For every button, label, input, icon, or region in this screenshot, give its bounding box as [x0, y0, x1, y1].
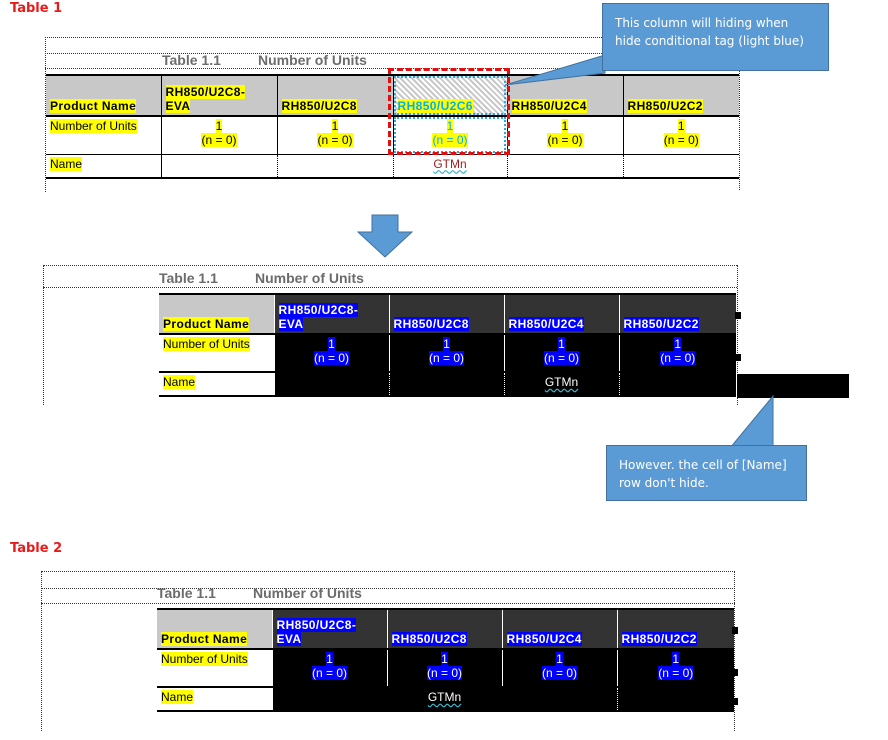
name-cell[interactable] [618, 371, 736, 396]
table1-caption: Table 1.1 Number of Units [162, 52, 367, 68]
column-header[interactable]: RH850/U2C2 [622, 75, 739, 116]
row-header-number-of-units[interactable]: Number of Units [46, 116, 161, 154]
name-cell[interactable] [276, 154, 393, 178]
row-end-marker [732, 627, 738, 634]
name-cell[interactable] [622, 154, 739, 178]
row-header-product-name[interactable]: Product Name [159, 294, 274, 334]
row-end-marker [735, 312, 741, 319]
caption-title: Number of Units [258, 52, 367, 68]
name-cell[interactable] [273, 371, 389, 396]
row-end-marker [735, 354, 741, 361]
name-cell[interactable] [506, 154, 623, 178]
column-header[interactable]: RH850/U2C4 [503, 294, 619, 334]
units-cell[interactable]: 1 (n = 0) [276, 116, 393, 154]
callout-pointer [728, 394, 774, 449]
header-row: Product Name RH850/U2C8- EVA RH850/U2C8 R… [159, 294, 736, 334]
dotted-gridline [41, 571, 42, 731]
name-cell[interactable] [160, 154, 277, 178]
units-cell[interactable]: 1 (n = 0) [160, 116, 277, 154]
column-header[interactable]: RH850/U2C8 [276, 75, 393, 116]
name-cell-gtmn[interactable]: GTMn [392, 154, 507, 178]
caption-title: Number of Units [253, 585, 362, 601]
row-header-number-of-units[interactable]: Number of Units [157, 649, 272, 687]
units-cell[interactable]: 1 (n = 0) [622, 116, 739, 154]
row-header-name[interactable]: Name [157, 686, 272, 711]
name-cell[interactable] [388, 371, 504, 396]
dotted-gridline [41, 603, 735, 604]
units-cell[interactable]: 1 (n = 0) [616, 648, 734, 687]
conditional-column-selection [388, 68, 510, 155]
units-cell[interactable]: 1 (n = 0) [273, 333, 389, 372]
dotted-gridline [734, 571, 735, 731]
units-cell[interactable]: 1 (n = 0) [506, 116, 623, 154]
units-cell[interactable]: 1 (n = 0) [501, 648, 617, 687]
table1-result-caption: Table 1.1 Number of Units [159, 270, 364, 286]
row-header-name[interactable]: Name [46, 154, 161, 178]
dotted-gridline [43, 287, 737, 288]
column-header[interactable]: RH850/U2C8- EVA [160, 75, 277, 116]
name-cell-gtmn[interactable]: GTMn [503, 371, 619, 396]
caption-number: Table 1.1 [157, 585, 216, 601]
column-header[interactable]: RH850/U2C2 [616, 609, 734, 649]
table2-caption: Table 1.1 Number of Units [157, 585, 362, 601]
down-arrow-icon [357, 214, 413, 258]
table1-result: Product Name RH850/U2C8- EVA RH850/U2C8 R… [159, 293, 736, 397]
callout-name-row: However. the cell of [Name] row don't hi… [606, 445, 807, 501]
dotted-gridline [43, 265, 44, 405]
name-cell-gtmn[interactable]: GTMn [271, 686, 617, 711]
row-header-number-of-units[interactable]: Number of Units [159, 334, 274, 372]
header-row: Product Name RH850/U2C8- EVA RH850/U2C8 R… [157, 609, 734, 649]
name-cell[interactable] [616, 686, 734, 711]
row-header-name[interactable]: Name [159, 371, 274, 396]
row-header-product-name[interactable]: Product Name [157, 609, 272, 649]
caption-number: Table 1.1 [162, 52, 221, 68]
name-row: Name GTMn [157, 686, 734, 711]
units-cell[interactable]: 1 (n = 0) [271, 648, 387, 687]
name-row: Name GTMn [159, 371, 736, 396]
dotted-gridline [41, 588, 735, 589]
column-header[interactable]: RH850/U2C8- EVA [271, 609, 387, 649]
units-row: Number of Units 1 (n = 0) 1 (n = 0) 1 (n = … [159, 333, 736, 372]
caption-title: Number of Units [255, 270, 364, 286]
table2-section-label: Table 2 [10, 541, 63, 556]
column-header[interactable]: RH850/U2C8 [388, 294, 504, 334]
row-end-marker [732, 698, 738, 705]
column-header[interactable]: RH850/U2C8 [386, 609, 502, 649]
dotted-gridline [41, 571, 735, 572]
dotted-gridline [739, 70, 740, 190]
units-row: Number of Units 1 (n = 0) 1 (n = 0) 1 (n = … [157, 648, 734, 687]
column-header[interactable]: RH850/U2C4 [501, 609, 617, 649]
name-row: Name GTMn [46, 154, 739, 178]
row-end-marker [732, 669, 738, 676]
units-cell[interactable]: 1 (n = 0) [388, 333, 504, 372]
caption-number: Table 1.1 [159, 270, 218, 286]
callout-conditional-column: This column will hiding when hide condit… [602, 3, 829, 71]
table2: Product Name RH850/U2C8- EVA RH850/U2C8 R… [157, 608, 734, 712]
units-cell[interactable]: 1 (n = 0) [618, 333, 736, 372]
column-header[interactable]: RH850/U2C8- EVA [273, 294, 389, 334]
column-header[interactable]: RH850/U2C2 [618, 294, 736, 334]
units-cell[interactable]: 1 (n = 0) [503, 333, 619, 372]
callout-pointer [505, 55, 606, 86]
units-cell[interactable]: 1 (n = 0) [386, 648, 502, 687]
table1-section-label: Table 1 [10, 1, 63, 16]
row-header-product-name[interactable]: Product Name [46, 75, 161, 116]
dotted-gridline [43, 265, 737, 266]
